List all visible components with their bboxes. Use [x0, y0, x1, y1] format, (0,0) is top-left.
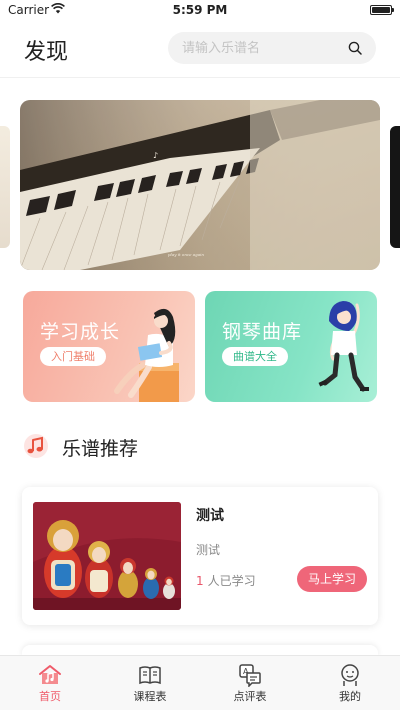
tab-label: 点评表 [233, 690, 267, 703]
learning-growth-card[interactable]: 学习成长 入门基础 [23, 291, 195, 402]
battery-icon [370, 5, 394, 15]
tab-schedule[interactable]: 课程表 [100, 656, 200, 710]
tab-label: 课程表 [133, 690, 167, 703]
learner-count: 1 人已学习 [196, 572, 256, 589]
tab-review[interactable]: A 点评表 [200, 656, 300, 710]
banner-next-peek[interactable] [390, 126, 400, 248]
piano-library-card[interactable]: 钢琴曲库 曲谱大全 [205, 291, 377, 402]
search-icon[interactable] [348, 41, 362, 55]
banner-prev-peek[interactable] [0, 126, 10, 248]
header: 发现 [0, 28, 400, 72]
learner-count-suffix: 人已学习 [207, 574, 256, 588]
status-bar: Carrier 5:59 PM [0, 0, 400, 20]
card-title: 学习成长 [40, 321, 121, 343]
learner-count-number: 1 [196, 574, 204, 588]
header-divider [0, 77, 400, 78]
tab-label: 首页 [39, 690, 61, 703]
card-title: 钢琴曲库 [222, 321, 303, 343]
tab-bar: 首页 课程表 A 点评表 我的 [0, 655, 400, 710]
score-thumbnail [33, 502, 181, 610]
profile-icon [341, 664, 359, 686]
start-learning-button[interactable]: 马上学习 [297, 566, 367, 592]
score-list-item[interactable]: 测试 测试 1 人已学习 马上学习 [22, 487, 378, 625]
recommended-scores-header: 乐谱推荐 [24, 432, 376, 462]
search-bar[interactable] [168, 32, 376, 64]
section-title: 乐谱推荐 [62, 438, 139, 460]
book-icon [139, 666, 161, 685]
clock: 5:59 PM [172, 3, 228, 17]
card-tag: 入门基础 [40, 347, 106, 366]
tab-home[interactable]: 首页 [0, 656, 100, 710]
banner-carousel[interactable]: ♪ play it once again [20, 100, 380, 270]
music-note-icon [24, 434, 48, 458]
nesting-dolls-image [33, 502, 181, 610]
tab-profile[interactable]: 我的 [300, 656, 400, 710]
review-chat-icon: A [239, 664, 261, 687]
score-description: 测试 [196, 543, 221, 557]
svg-text:♪: ♪ [153, 151, 158, 160]
banner-caption: play it once again [168, 252, 204, 257]
card-tag: 曲谱大全 [222, 347, 288, 366]
tab-label: 我的 [339, 690, 361, 703]
home-music-icon [39, 665, 61, 684]
score-title: 测试 [196, 508, 224, 524]
piano-keys-image: ♪ [20, 100, 380, 270]
page-title: 发现 [24, 40, 69, 65]
search-input[interactable] [182, 32, 342, 64]
